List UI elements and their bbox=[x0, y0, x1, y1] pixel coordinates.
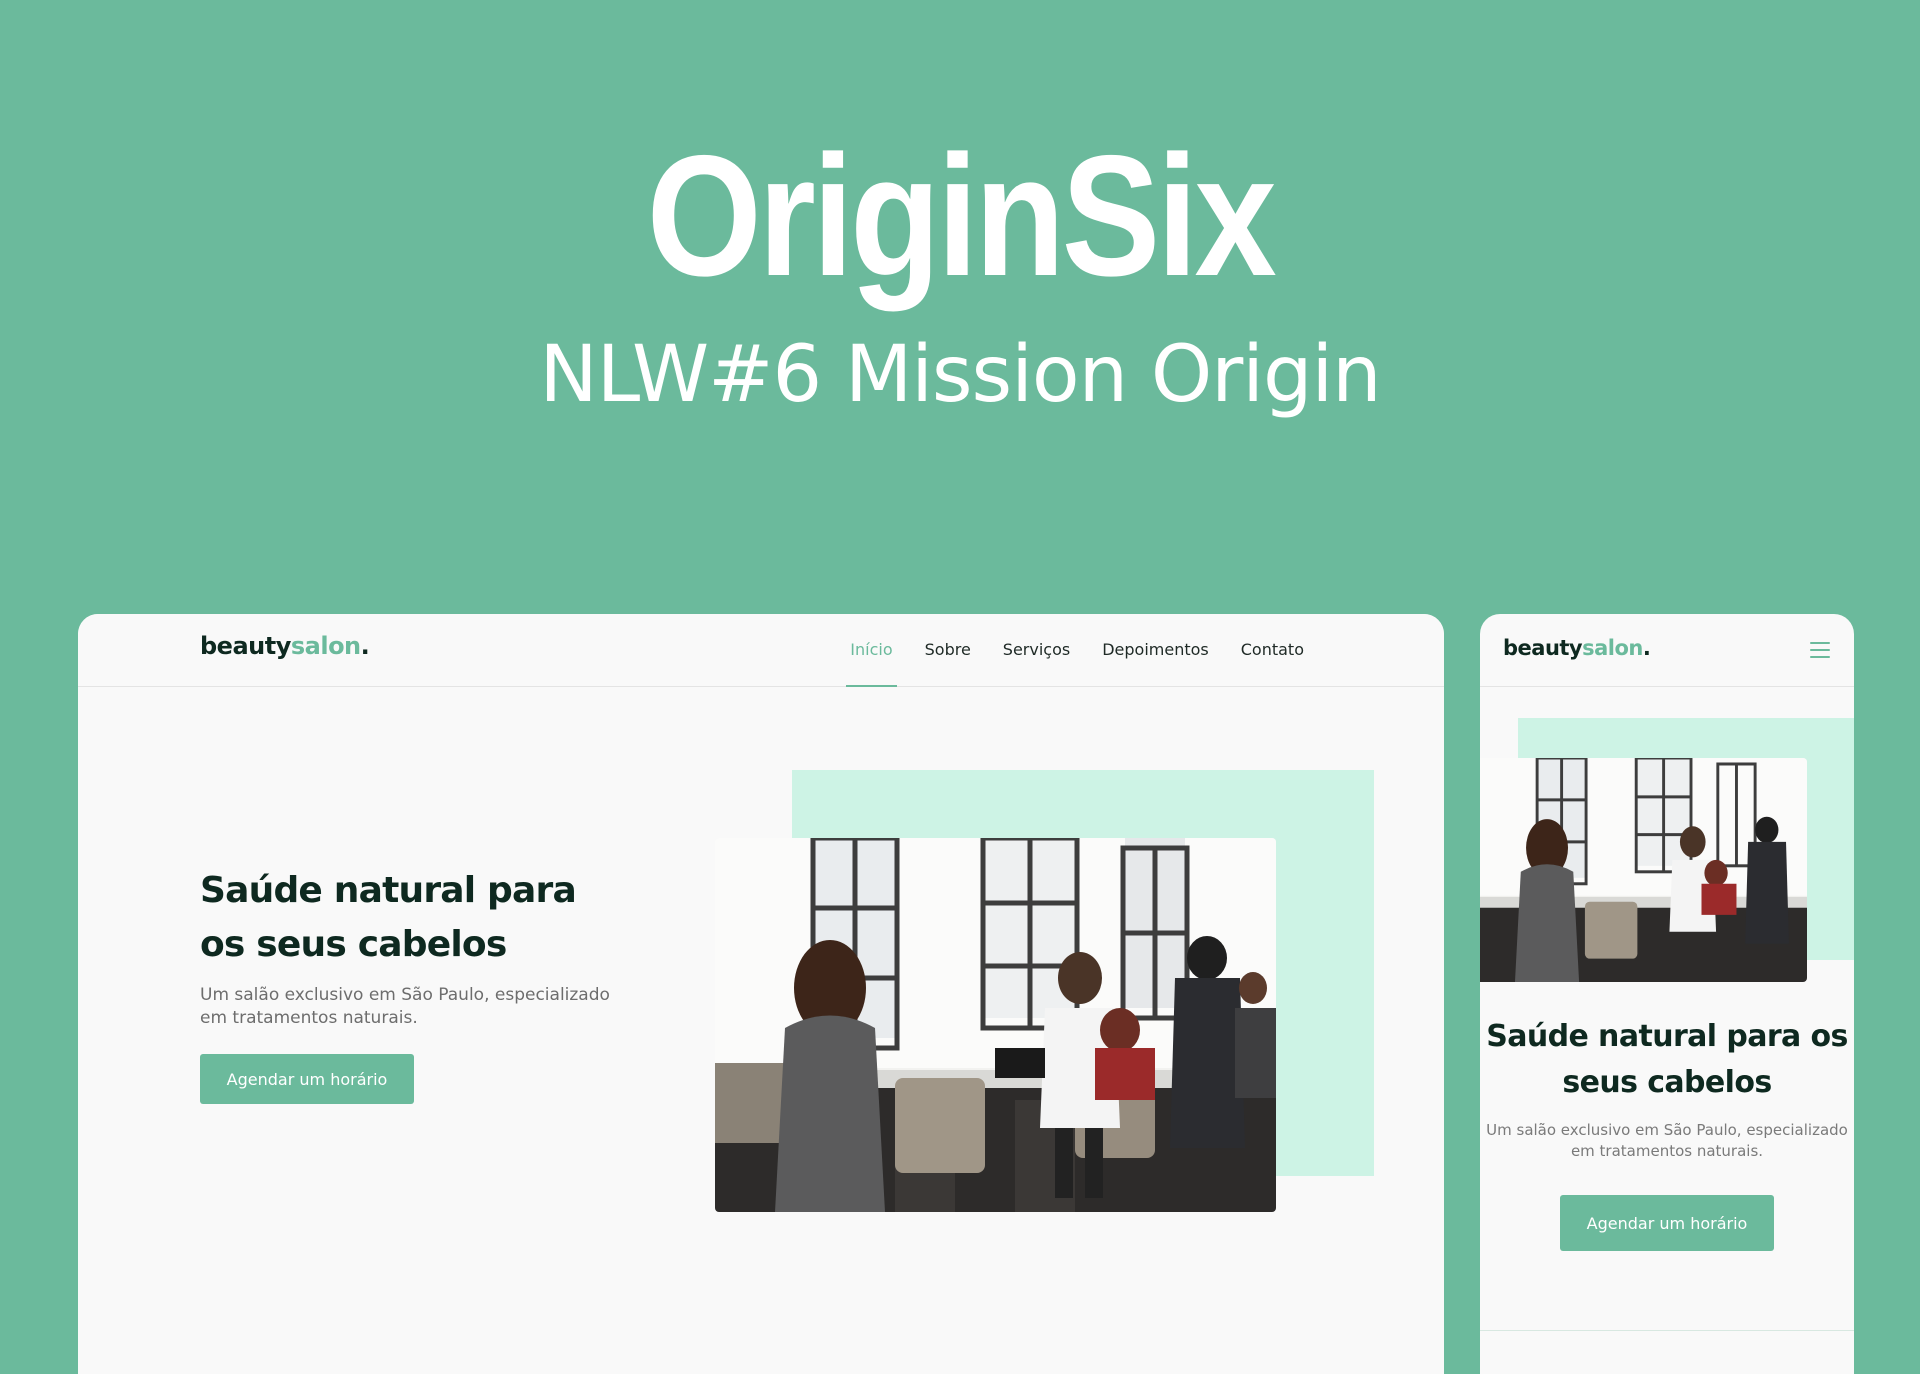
mobile-header: beautysalon. bbox=[1480, 614, 1854, 687]
main-nav: Início Sobre Serviços Depoimentos Contat… bbox=[834, 614, 1320, 687]
logo[interactable]: beautysalon. bbox=[1503, 636, 1651, 660]
hero-headline: Saúde natural para os seus cabelos bbox=[200, 870, 577, 965]
nav-item-contato[interactable]: Contato bbox=[1225, 614, 1320, 686]
hero-subtitle: NLW#6 Mission Origin bbox=[539, 330, 1381, 420]
mobile-mockup: beautysalon. Saúde natural para os seus … bbox=[1480, 614, 1854, 1374]
nav-item-inicio[interactable]: Início bbox=[834, 614, 908, 687]
hero-description: Um salão exclusivo em São Paulo, especia… bbox=[1486, 1121, 1848, 1160]
hero-description: Um salão exclusivo em São Paulo, especia… bbox=[200, 985, 610, 1028]
logo-accent: salon bbox=[1582, 636, 1643, 660]
nav-item-sobre[interactable]: Sobre bbox=[909, 614, 987, 686]
logo-dot: . bbox=[360, 632, 370, 660]
section-divider bbox=[1480, 1330, 1854, 1331]
nav-item-depoimentos[interactable]: Depoimentos bbox=[1086, 614, 1225, 686]
schedule-button[interactable]: Agendar um horário bbox=[1560, 1195, 1774, 1251]
desktop-header: beautysalon. Início Sobre Serviços Depoi… bbox=[78, 614, 1444, 687]
hero-headline: Saúde natural para os seus cabelos bbox=[1486, 1019, 1848, 1100]
schedule-button[interactable]: Agendar um horário bbox=[200, 1054, 414, 1104]
logo-main: beauty bbox=[200, 632, 291, 660]
salon-photo bbox=[715, 838, 1276, 1212]
hamburger-menu-icon[interactable] bbox=[1810, 642, 1830, 658]
logo-main: beauty bbox=[1503, 636, 1583, 660]
hero-title: OriginSix bbox=[646, 120, 1277, 312]
desktop-mockup: beautysalon. Início Sobre Serviços Depoi… bbox=[78, 614, 1444, 1374]
salon-photo bbox=[1480, 758, 1807, 982]
logo-accent: salon bbox=[290, 632, 361, 660]
logo-dot: . bbox=[1642, 636, 1651, 660]
nav-item-servicos[interactable]: Serviços bbox=[987, 614, 1086, 686]
logo[interactable]: beautysalon. bbox=[200, 632, 370, 660]
